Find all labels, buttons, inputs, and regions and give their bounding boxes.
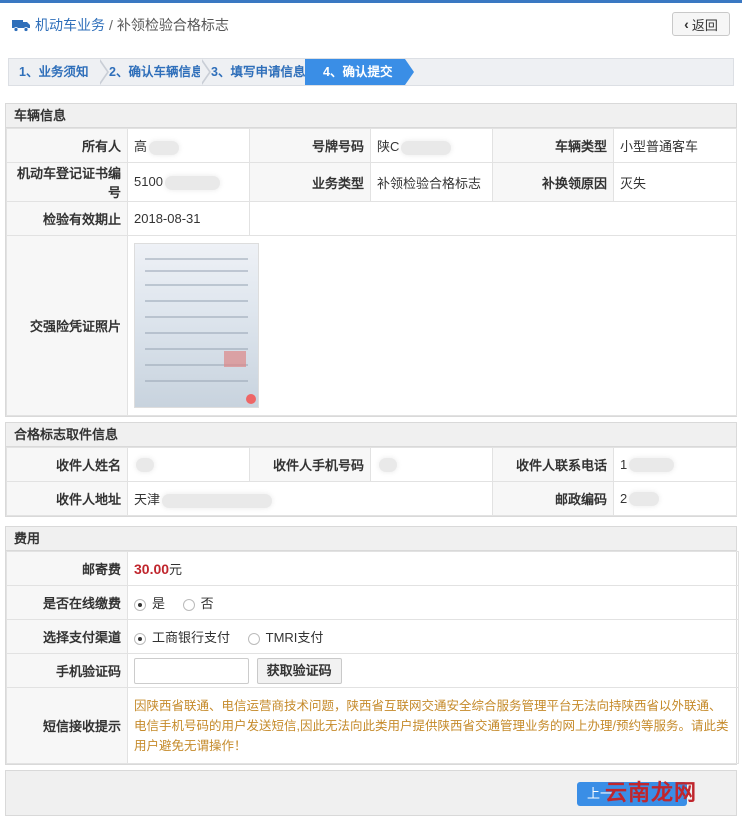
step-active-arrow <box>405 59 414 85</box>
business-type-value: 补领检验合格标志 <box>370 162 493 202</box>
redacted-blur <box>136 458 154 473</box>
online-payment-label: 是否在线缴费 <box>6 585 128 620</box>
redacted-blur <box>629 458 675 473</box>
radio-selected-icon[interactable] <box>134 632 146 645</box>
sms-notice-text: 因陕西省联通、电信运营商技术问题，陕西省互联网交通安全综合服务管理平台无法向持陕… <box>127 687 739 764</box>
recipient-address-value: 天津 <box>134 492 161 507</box>
pickup-info-panel: 合格标志取件信息 收件人姓名 收件人手机号码 收件人联系电话 1 收件人地址 天… <box>5 422 737 517</box>
postage-label: 邮寄费 <box>6 551 128 586</box>
step-3: 3、填写申请信息 <box>211 65 306 79</box>
sms-code-label: 手机验证码 <box>6 653 128 688</box>
panel-title: 合格标志取件信息 <box>6 423 736 447</box>
back-button-label: 返回 <box>691 17 718 33</box>
breadcrumb-section-link[interactable]: 机动车业务 <box>35 15 105 35</box>
radio-unselected-icon[interactable] <box>247 632 260 645</box>
top-bar: 机动车业务 / 补领检验合格标志 ‹ 返回 <box>0 0 742 44</box>
back-button[interactable]: ‹ 返回 <box>672 12 730 36</box>
recipient-phone-label: 收件人联系电话 <box>492 447 614 482</box>
online-yes-label: 是 <box>152 596 166 611</box>
redacted-blur <box>379 458 397 473</box>
recipient-address-label: 收件人地址 <box>6 481 128 516</box>
sms-notice-label: 短信接收提示 <box>6 687 128 764</box>
get-code-button[interactable]: 获取验证码 <box>256 657 342 684</box>
recipient-mobile-label: 收件人手机号码 <box>249 447 371 482</box>
postage-unit: 元 <box>169 562 183 577</box>
postage-amount: 30.00 <box>134 561 170 577</box>
zip-code-value: 2 <box>620 490 628 506</box>
insurance-certificate-photo[interactable] <box>134 243 259 408</box>
online-payment-yes-option[interactable]: 是 <box>134 593 165 612</box>
channel-icbc-option[interactable]: 工商银行支付 <box>134 627 230 646</box>
pickup-info-table: 收件人姓名 收件人手机号码 收件人联系电话 1 收件人地址 天津 邮政编码 2 <box>6 447 737 516</box>
channel-tmri-label: TMRI支付 <box>265 630 324 645</box>
breadcrumb: 机动车业务 / 补领检验合格标志 <box>12 15 229 35</box>
online-no-label: 否 <box>200 596 214 611</box>
inspection-valid-label: 检验有效期止 <box>6 201 128 236</box>
cert-number-value: 5100 <box>134 174 163 190</box>
vehicle-info-panel: 车辆信息 所有人 高 号牌号码 陕C 车辆类型 小型普通客车 机动车登记证书编号… <box>5 103 737 417</box>
step-divider-arrow <box>98 59 107 85</box>
radio-selected-icon[interactable] <box>134 598 146 611</box>
channel-icbc-label: 工商银行支付 <box>152 630 231 645</box>
radio-unselected-icon[interactable] <box>182 598 195 611</box>
sms-code-input[interactable] <box>134 657 249 684</box>
plate-label: 号牌号码 <box>249 128 371 163</box>
plate-value: 陕C <box>377 139 400 154</box>
recipient-name-label: 收件人姓名 <box>6 447 128 482</box>
breadcrumb-separator: / <box>109 17 113 33</box>
vehicle-type-label: 车辆类型 <box>492 128 614 163</box>
business-type-label: 业务类型 <box>249 162 371 202</box>
step-1: 1、业务须知 <box>19 65 89 79</box>
panel-title: 费用 <box>6 527 736 551</box>
redacted-blur <box>629 492 660 507</box>
replace-reason-label: 补换领原因 <box>492 162 614 202</box>
redacted-blur <box>401 140 452 155</box>
cert-number-label: 机动车登记证书编号 <box>6 162 128 202</box>
step-progress: 1、业务须知 2、确认车辆信息 3、填写申请信息 4、确认提交 <box>8 58 734 86</box>
truck-icon <box>12 20 30 32</box>
redacted-blur <box>162 493 273 508</box>
inspection-valid-value: 2018-08-31 <box>127 201 250 236</box>
watermark-logo: 云南龙网 <box>605 780 698 805</box>
chevron-left-icon: ‹ <box>684 16 689 32</box>
owner-value: 高 <box>134 139 148 154</box>
step-4-active: 4、确认提交 <box>305 59 405 85</box>
payment-channel-label: 选择支付渠道 <box>6 619 128 654</box>
vehicle-info-table: 所有人 高 号牌号码 陕C 车辆类型 小型普通客车 机动车登记证书编号 5100… <box>6 128 737 416</box>
seal-icon <box>246 394 256 404</box>
panel-title: 车辆信息 <box>6 104 736 128</box>
redacted-blur <box>149 140 180 155</box>
zip-code-label: 邮政编码 <box>492 481 614 516</box>
replace-reason-value: 灭失 <box>613 162 737 202</box>
step-2: 2、确认车辆信息 <box>109 65 204 79</box>
channel-tmri-option[interactable]: TMRI支付 <box>247 627 324 646</box>
redacted-blur <box>164 175 220 190</box>
breadcrumb-current: 补领检验合格标志 <box>116 17 229 33</box>
recipient-phone-value: 1 <box>620 456 628 472</box>
owner-label: 所有人 <box>6 128 128 163</box>
step-divider-arrow <box>200 59 209 85</box>
vehicle-type-value: 小型普通客车 <box>613 128 737 163</box>
fee-panel: 费用 邮寄费 30.00元 是否在线缴费 是 否 选择支付渠道 工商银行支付 T… <box>5 526 739 765</box>
online-payment-no-option[interactable]: 否 <box>182 593 214 612</box>
insurance-photo-label: 交强险凭证照片 <box>6 235 128 416</box>
fee-table: 邮寄费 30.00元 是否在线缴费 是 否 选择支付渠道 工商银行支付 TMRI… <box>6 551 739 764</box>
